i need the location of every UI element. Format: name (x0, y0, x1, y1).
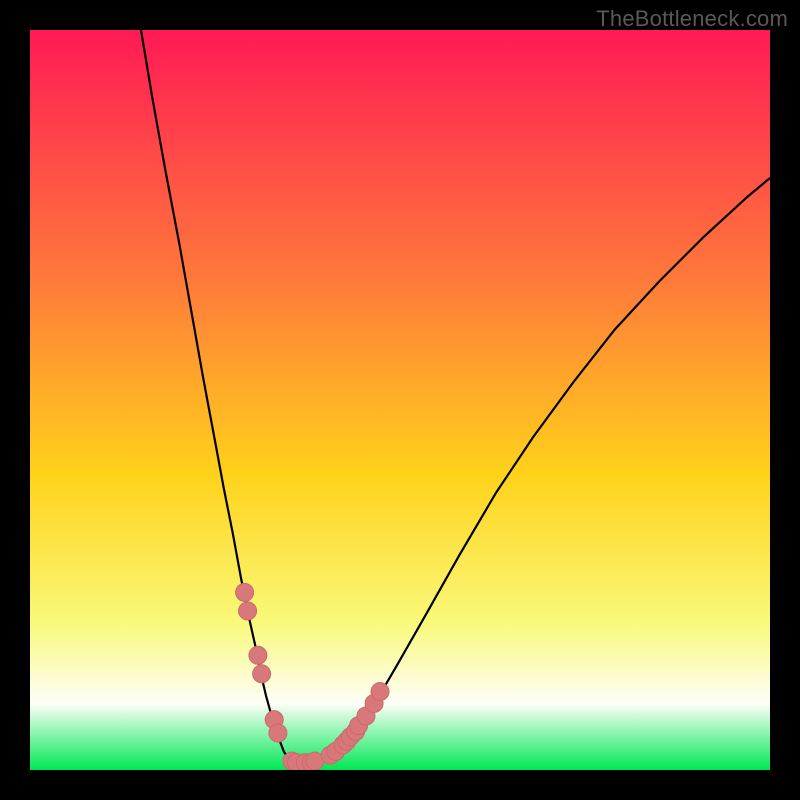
curve-left-branch (141, 30, 288, 757)
marker-point (371, 683, 389, 701)
chart-frame: TheBottleneck.com (0, 0, 800, 800)
highlight-markers (236, 583, 389, 770)
curve-right-branch (333, 178, 770, 752)
marker-point (269, 724, 287, 742)
curve-layer (30, 30, 770, 770)
marker-point (253, 665, 271, 683)
marker-point (249, 646, 267, 664)
attribution-label: TheBottleneck.com (596, 6, 788, 32)
marker-point (236, 583, 254, 601)
plot-area (30, 30, 770, 770)
marker-point (239, 602, 257, 620)
